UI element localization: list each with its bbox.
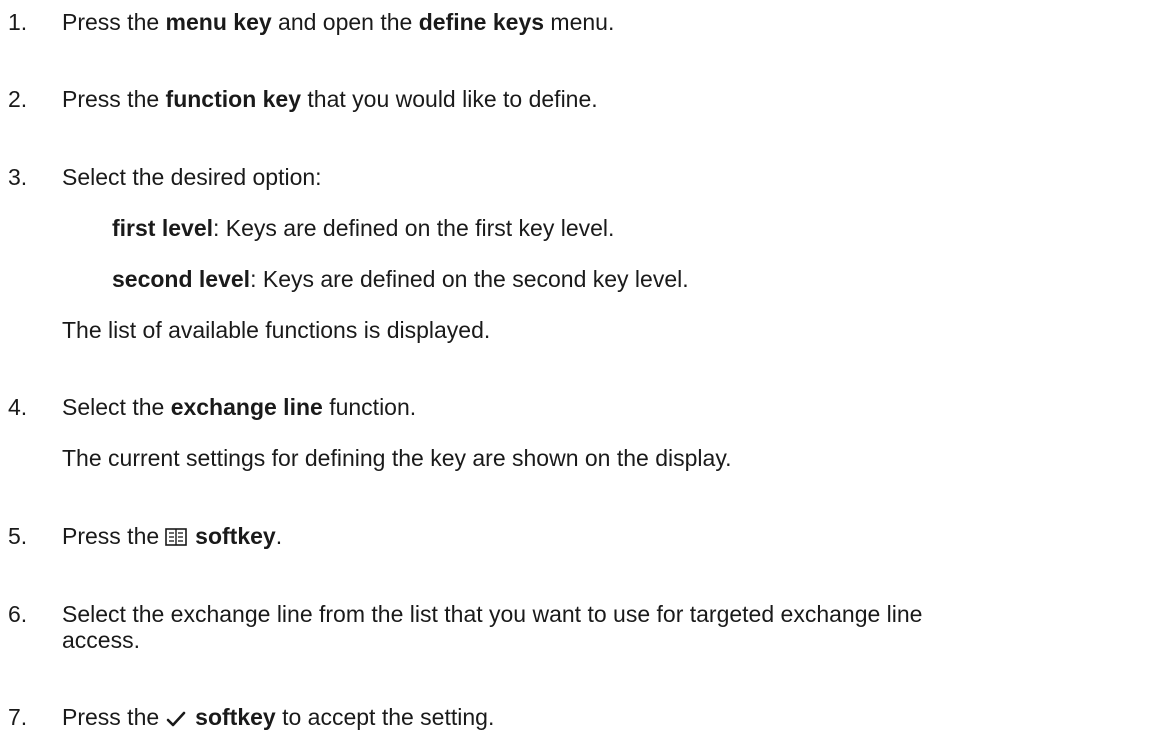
step-number: 6. <box>8 601 28 627</box>
step-text: Press the softkey to accept the setting. <box>62 703 494 734</box>
step-text: Select the exchange line from the list t… <box>62 601 923 627</box>
step-text: access. <box>62 627 140 653</box>
step-text: Press the softkey. <box>62 522 282 553</box>
exchange-line-term: exchange line <box>170 394 323 420</box>
option-text: first level: Keys are defined on the fir… <box>112 215 615 241</box>
step-text: Select the exchange line function. <box>62 394 417 420</box>
softkey-term: softkey <box>195 704 276 730</box>
softkey-term: softkey <box>195 523 276 549</box>
note-text: The list of available functions is displ… <box>62 317 491 343</box>
phonebook-icon <box>165 525 187 553</box>
step-number: 7. <box>8 704 28 730</box>
step-text: Press the menu key and open the define k… <box>62 9 615 35</box>
function-key-term: function key <box>165 86 302 112</box>
note-text: The current settings for defining the ke… <box>62 445 732 471</box>
step-number: 1. <box>8 9 28 35</box>
step-number: 2. <box>8 86 28 112</box>
define-keys-term: define keys <box>418 9 545 35</box>
menu-key-term: menu key <box>165 9 272 35</box>
step-text: Select the desired option: <box>62 164 322 190</box>
checkmark-icon <box>165 706 187 734</box>
step-number: 5. <box>8 523 28 549</box>
step-text: Press the function key that you would li… <box>62 86 598 112</box>
step-number: 3. <box>8 164 28 190</box>
step-number: 4. <box>8 394 28 420</box>
option-text: second level: Keys are defined on the se… <box>112 266 689 292</box>
